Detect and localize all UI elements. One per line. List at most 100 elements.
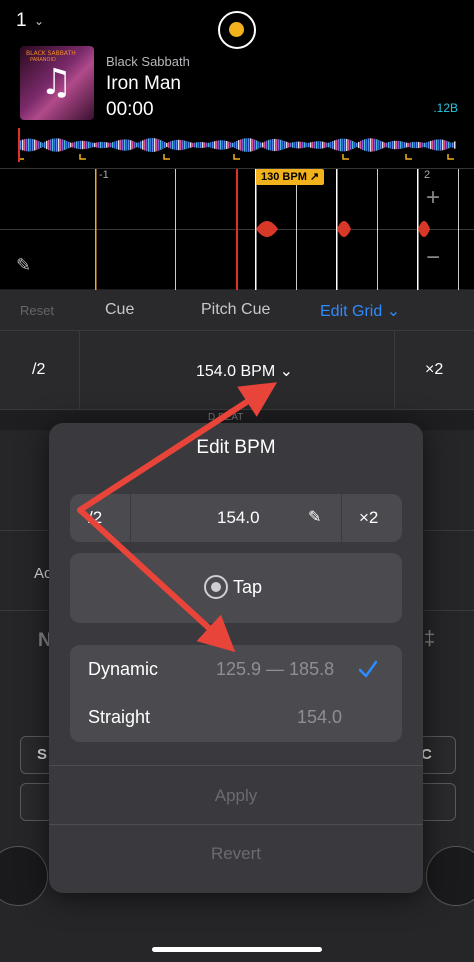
waveform-bar bbox=[376, 139, 378, 151]
waveform-bar bbox=[184, 140, 186, 150]
waveform-bar bbox=[56, 138, 58, 152]
half-bpm-button[interactable]: /2 bbox=[88, 508, 102, 528]
cue-marker bbox=[405, 154, 412, 160]
half-bpm-button[interactable]: /2 bbox=[0, 331, 80, 409]
waveform-bar bbox=[302, 141, 304, 149]
play-button[interactable] bbox=[426, 846, 474, 906]
chevron-down-icon[interactable]: ⌄ bbox=[34, 14, 44, 28]
waveform-bar bbox=[130, 140, 132, 150]
waveform-bar bbox=[152, 138, 154, 152]
waveform-bar bbox=[202, 142, 204, 148]
waveform-bar bbox=[320, 141, 322, 149]
waveform-bar bbox=[174, 140, 176, 150]
pencil-icon[interactable]: ✎ bbox=[308, 507, 321, 527]
waveform-bar bbox=[32, 138, 34, 152]
waveform-bar bbox=[254, 139, 256, 151]
waveform-bar bbox=[450, 142, 452, 148]
waveform-bar bbox=[62, 139, 64, 151]
waveform-bar bbox=[266, 140, 268, 150]
waveform-bar bbox=[440, 139, 442, 151]
waveform-bar bbox=[358, 141, 360, 149]
waveform-bar bbox=[436, 139, 438, 151]
record-button[interactable] bbox=[218, 11, 256, 49]
tab-edit-grid[interactable]: Edit Grid ⌄ bbox=[320, 301, 400, 321]
waveform-bar bbox=[96, 142, 98, 148]
waveform-bar bbox=[364, 139, 366, 151]
waveform-bar bbox=[322, 141, 324, 149]
zoom-out-icon[interactable]: − bbox=[426, 244, 440, 272]
waveform-bar bbox=[100, 141, 102, 149]
waveform-bar bbox=[386, 142, 388, 148]
waveform-bar bbox=[326, 142, 328, 148]
grid-line bbox=[296, 169, 297, 290]
deck-number[interactable]: 1 bbox=[16, 10, 27, 32]
waveform-bar bbox=[36, 140, 38, 150]
cue-marker bbox=[342, 154, 349, 160]
dialog-title: Edit BPM bbox=[196, 437, 276, 458]
tap-button[interactable]: Tap bbox=[70, 553, 402, 623]
waveform-bar bbox=[148, 138, 150, 152]
waveform-bar bbox=[230, 142, 232, 148]
bpm-value-dropdown[interactable]: 154.0 BPM ⌄ bbox=[196, 361, 293, 381]
waveform-bar bbox=[70, 142, 72, 148]
waveform-bar bbox=[274, 138, 276, 152]
waveform-bar bbox=[304, 142, 306, 148]
waveform-bar bbox=[250, 138, 252, 152]
double-bpm-button[interactable]: ×2 bbox=[359, 508, 378, 528]
waveform-bar bbox=[372, 138, 374, 152]
waveform-bar bbox=[342, 138, 344, 152]
tab-reset[interactable]: Reset bbox=[20, 303, 54, 318]
waveform-bar bbox=[330, 141, 332, 149]
edit-bpm-dialog: Edit BPM /2 154.0 ✎ ×2 Tap Dynamic 125.9… bbox=[49, 423, 423, 893]
waveform-bar bbox=[64, 140, 66, 150]
waveform-bar bbox=[220, 140, 222, 150]
bpm-input[interactable]: 154.0 bbox=[217, 508, 260, 528]
grid-line bbox=[255, 169, 257, 290]
waveform-bar bbox=[382, 141, 384, 149]
waveform-bar bbox=[142, 140, 144, 150]
waveform-bar bbox=[118, 140, 120, 150]
waveform-bar bbox=[264, 141, 266, 149]
waveform-bar bbox=[404, 142, 406, 148]
waveform-bar bbox=[410, 142, 412, 148]
waveform-bar bbox=[42, 142, 44, 148]
waveform-bar bbox=[408, 142, 410, 148]
bpm-tag[interactable]: 130 BPM ↗ bbox=[256, 169, 325, 185]
waveform-bar bbox=[378, 140, 380, 150]
waveform-bar bbox=[344, 138, 346, 152]
track-header: BLACK SABBATH PARANOID ♫ Black Sabbath I… bbox=[0, 0, 474, 168]
waveform-bar bbox=[412, 142, 414, 148]
waveform-bar bbox=[160, 140, 162, 150]
deck-waveform[interactable] bbox=[0, 168, 474, 290]
pencil-icon[interactable]: ✎ bbox=[16, 255, 31, 276]
waveform-bar bbox=[352, 141, 354, 149]
waveform-bar bbox=[144, 139, 146, 151]
tap-label: Tap bbox=[233, 577, 263, 597]
revert-button[interactable]: Revert bbox=[49, 844, 423, 864]
waveform-bar bbox=[332, 141, 334, 149]
home-indicator[interactable] bbox=[152, 947, 322, 952]
waveform-bar bbox=[340, 138, 342, 152]
tap-icon bbox=[204, 575, 228, 599]
zoom-in-icon[interactable]: + bbox=[426, 184, 440, 212]
waveform-bar bbox=[84, 140, 86, 150]
cue-marker bbox=[79, 154, 86, 160]
tab-pitch-cue[interactable]: Pitch Cue bbox=[201, 301, 270, 319]
waveform-bar bbox=[240, 139, 242, 151]
waveform-transient bbox=[337, 221, 351, 237]
waveform-bar bbox=[400, 141, 402, 149]
cue-button[interactable] bbox=[0, 846, 48, 906]
waveform-bar bbox=[150, 138, 152, 152]
waveform-bar bbox=[348, 139, 350, 151]
waveform-bar bbox=[24, 139, 26, 151]
waveform-bar bbox=[136, 142, 138, 148]
tab-cue[interactable]: Cue bbox=[105, 301, 134, 319]
waveform-bar bbox=[422, 142, 424, 148]
waveform-bar bbox=[278, 139, 280, 151]
waveform-bar bbox=[48, 139, 50, 151]
waveform-overview[interactable] bbox=[18, 128, 456, 162]
waveform-bar bbox=[298, 141, 300, 149]
waveform-bar bbox=[292, 142, 294, 148]
double-bpm-button[interactable]: ×2 bbox=[394, 331, 474, 409]
apply-button[interactable]: Apply bbox=[49, 786, 423, 806]
